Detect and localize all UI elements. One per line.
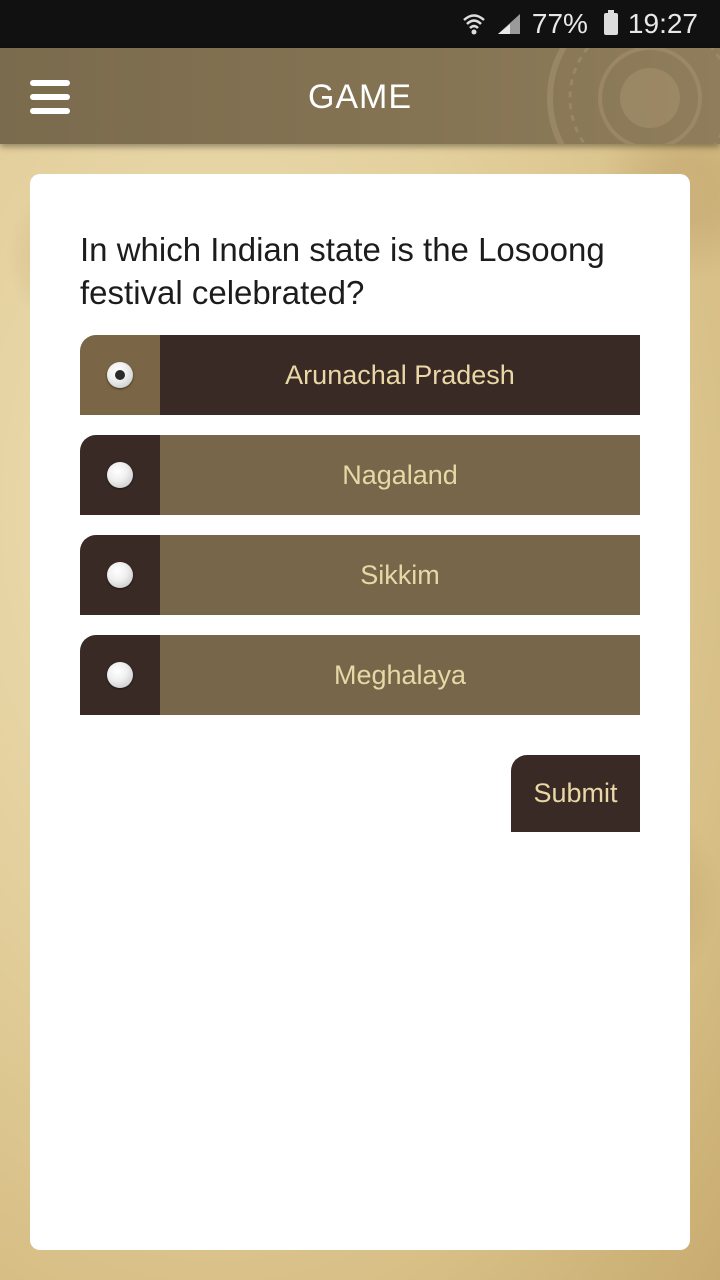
submit-button[interactable]: Submit: [511, 755, 640, 832]
battery-icon: [603, 10, 618, 35]
battery-percent: 77%: [531, 8, 588, 39]
option-arunachal-pradesh[interactable]: Arunachal Pradesh: [80, 335, 640, 415]
question-text: In which Indian state is the Losoong fes…: [80, 231, 605, 311]
om-emblem-icon: [547, 48, 720, 144]
radio-button[interactable]: [80, 635, 160, 715]
radio-button[interactable]: [80, 535, 160, 615]
radio-button[interactable]: [80, 435, 160, 515]
option-label: Nagaland: [160, 435, 640, 515]
option-label: Meghalaya: [160, 635, 640, 715]
option-sikkim[interactable]: Sikkim: [80, 535, 640, 615]
status-bar: 77% 19:27: [0, 0, 720, 48]
option-label: Arunachal Pradesh: [160, 335, 640, 415]
radio-unchecked-icon: [107, 662, 133, 688]
quiz-card: In which Indian state is the Losoong fes…: [30, 174, 690, 1250]
radio-button[interactable]: [80, 335, 160, 415]
radio-unchecked-icon: [107, 462, 133, 488]
option-nagaland[interactable]: Nagaland: [80, 435, 640, 515]
radio-checked-icon: [107, 362, 133, 388]
radio-unchecked-icon: [107, 562, 133, 588]
signal-icon: [496, 12, 522, 36]
clock: 19:27: [627, 8, 698, 39]
option-meghalaya[interactable]: Meghalaya: [80, 635, 640, 715]
option-label: Sikkim: [160, 535, 640, 615]
wifi-icon: [462, 11, 486, 37]
app-bar: GAME: [0, 48, 720, 144]
